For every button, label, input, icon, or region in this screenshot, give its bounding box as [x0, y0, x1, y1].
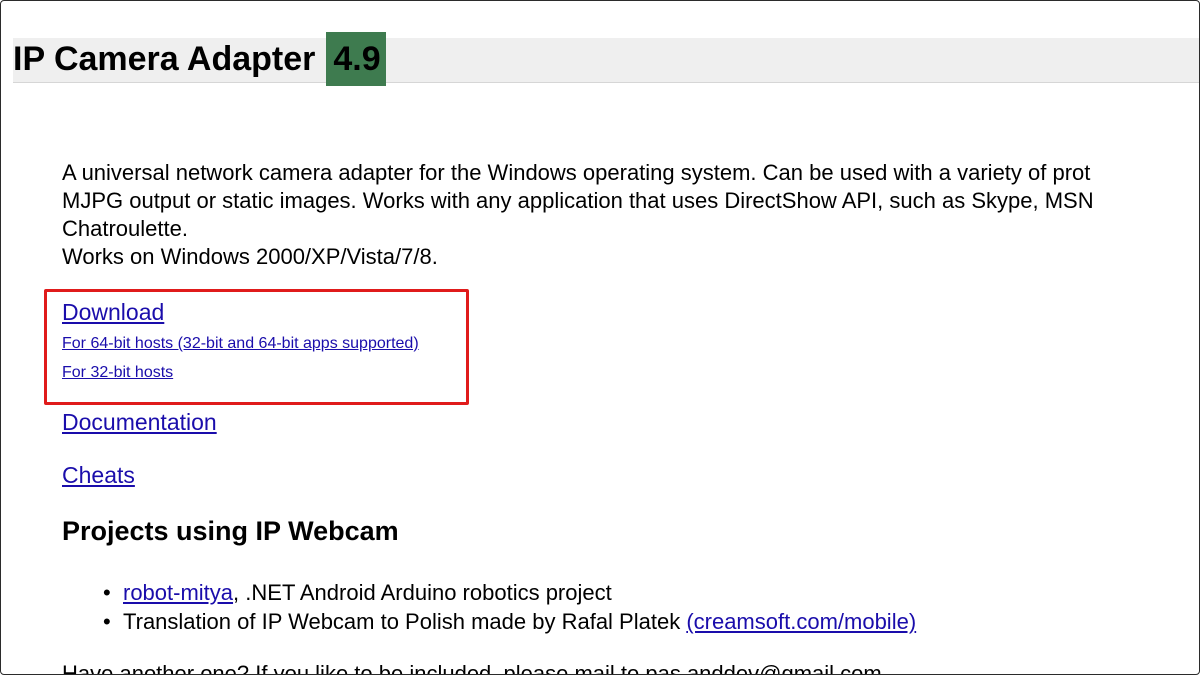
description: A universal network camera adapter for t…	[62, 159, 1199, 271]
description-line: MJPG output or static images. Works with…	[62, 188, 1094, 213]
version-badge: 4.9	[326, 32, 386, 86]
creamsoft-link[interactable]: (creamsoft.com/mobile)	[686, 609, 916, 634]
download-32bit-link[interactable]: For 32-bit hosts	[62, 364, 173, 382]
bullet-icon: •	[103, 580, 111, 605]
projects-list: • robot-mitya, .NET Android Arduino robo…	[103, 578, 916, 636]
title-row: IP Camera Adapter 4.9	[13, 32, 386, 86]
download-link[interactable]: Download	[62, 299, 164, 326]
project-description: , .NET Android Arduino robotics project	[233, 580, 612, 605]
list-item: • Translation of IP Webcam to Polish mad…	[103, 607, 916, 636]
contact-text: Have another one? If you like to be incl…	[62, 661, 882, 675]
cheats-link[interactable]: Cheats	[62, 462, 135, 489]
description-line: A universal network camera adapter for t…	[62, 160, 1091, 185]
projects-heading: Projects using IP Webcam	[62, 516, 399, 546]
download-64bit-link[interactable]: For 64-bit hosts (32-bit and 64-bit apps…	[62, 335, 419, 353]
documentation-link[interactable]: Documentation	[62, 409, 217, 436]
description-line: Chatroulette.	[62, 216, 188, 241]
list-item: • robot-mitya, .NET Android Arduino robo…	[103, 578, 916, 607]
project-description: Translation of IP Webcam to Polish made …	[123, 609, 687, 634]
browser-page: IP Camera Adapter 4.9 A universal networ…	[0, 0, 1200, 675]
description-line: Works on Windows 2000/XP/Vista/7/8.	[62, 244, 438, 269]
page-title: IP Camera Adapter	[13, 39, 316, 78]
robot-mitya-link[interactable]: robot-mitya	[123, 580, 233, 605]
bullet-icon: •	[103, 609, 111, 634]
